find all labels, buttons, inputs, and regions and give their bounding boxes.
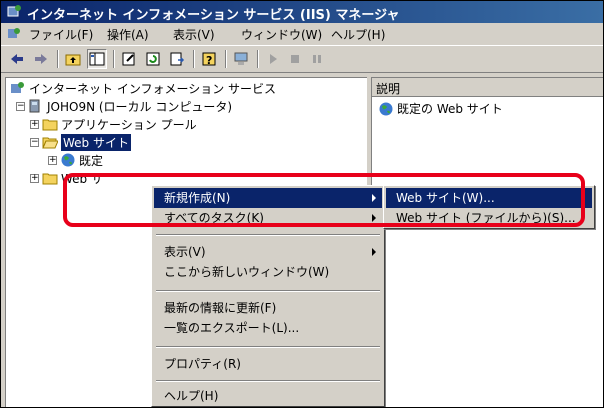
tree-item-iis-root[interactable]: インターネット インフォメーション サービス xyxy=(10,80,276,96)
up-folder-icon[interactable] xyxy=(63,49,83,69)
list-pane[interactable]: 説明 既定の Web サイト xyxy=(371,77,603,407)
ctx-new-window[interactable]: ここから新しいウィンドウ(W) xyxy=(154,262,382,282)
folder-icon xyxy=(42,119,58,131)
menu-view[interactable]: 表示(V) xyxy=(171,26,217,42)
export-list-icon[interactable] xyxy=(167,49,187,69)
column-header-description[interactable]: 説明 xyxy=(372,78,603,97)
help-icon[interactable]: ? xyxy=(199,49,219,69)
expander-app-pools[interactable]: + xyxy=(30,120,39,129)
globe-icon xyxy=(379,102,393,115)
ctx-help[interactable]: ヘルプ(H) xyxy=(154,386,382,406)
forward-arrow-icon[interactable] xyxy=(31,49,51,69)
expander-web-sites[interactable]: − xyxy=(30,138,39,147)
menu-divider xyxy=(156,234,380,236)
folder-icon xyxy=(42,173,58,185)
title-bar[interactable]: インターネット インフォメーション サービス (IIS) マネージャ xyxy=(1,1,603,23)
ctx-properties[interactable]: プロパティ(R) xyxy=(154,354,382,374)
iis-app-icon xyxy=(7,5,21,17)
menu-action[interactable]: 操作(A) xyxy=(105,26,151,42)
pause-icon[interactable] xyxy=(307,49,327,69)
expander-web-service[interactable]: + xyxy=(30,174,39,183)
system-menu-icon[interactable] xyxy=(7,27,21,41)
properties-icon[interactable] xyxy=(119,49,139,69)
menu-help[interactable]: ヘルプ(H) xyxy=(329,26,387,42)
menu-window[interactable]: ウィンドウ(W) xyxy=(239,26,324,42)
toolbar: ? xyxy=(1,46,603,73)
expander-computer[interactable]: − xyxy=(16,102,25,111)
tree-item-default-site[interactable]: 既定 xyxy=(60,152,103,168)
ctx-view[interactable]: 表示(V) xyxy=(154,242,382,262)
menu-file[interactable]: ファイル(F) xyxy=(27,26,95,42)
play-icon[interactable] xyxy=(263,49,283,69)
show-hide-tree-icon[interactable] xyxy=(87,49,107,69)
menu-divider xyxy=(156,380,380,382)
ctx-refresh[interactable]: 最新の情報に更新(F) xyxy=(154,298,382,318)
list-item[interactable]: 既定の Web サイト xyxy=(378,100,503,117)
stop-icon[interactable] xyxy=(285,49,305,69)
submenu-arrow-icon xyxy=(372,248,376,256)
globe-icon xyxy=(61,153,75,167)
window-title: インターネット インフォメーション サービス (IIS) マネージャ xyxy=(27,8,400,23)
iis-icon xyxy=(11,82,24,93)
tree-item-web-sites[interactable]: Web サイト xyxy=(42,133,131,151)
tree-item-computer[interactable]: JOHO9N (ローカル コンピュータ) xyxy=(28,98,232,114)
back-arrow-icon[interactable] xyxy=(7,49,27,69)
menu-divider xyxy=(156,290,380,292)
app-window: インターネット インフォメーション サービス (IIS) マネージャ ファイル(… xyxy=(0,0,604,408)
refresh-icon[interactable] xyxy=(143,49,163,69)
svg-text:?: ? xyxy=(206,54,212,67)
menu-bar: ファイル(F) 操作(A) 表示(V) ウィンドウ(W) ヘルプ(H) xyxy=(1,23,603,46)
folder-open-icon xyxy=(42,137,58,149)
computer-icon[interactable] xyxy=(231,49,251,69)
annotation-highlight xyxy=(63,173,585,227)
computer-icon xyxy=(29,99,40,113)
tree-item-app-pools[interactable]: アプリケーション プール xyxy=(42,116,197,132)
ctx-export-list[interactable]: 一覧のエクスポート(L)... xyxy=(154,318,382,338)
menu-divider xyxy=(156,346,380,348)
expander-default-site[interactable]: + xyxy=(48,156,57,165)
